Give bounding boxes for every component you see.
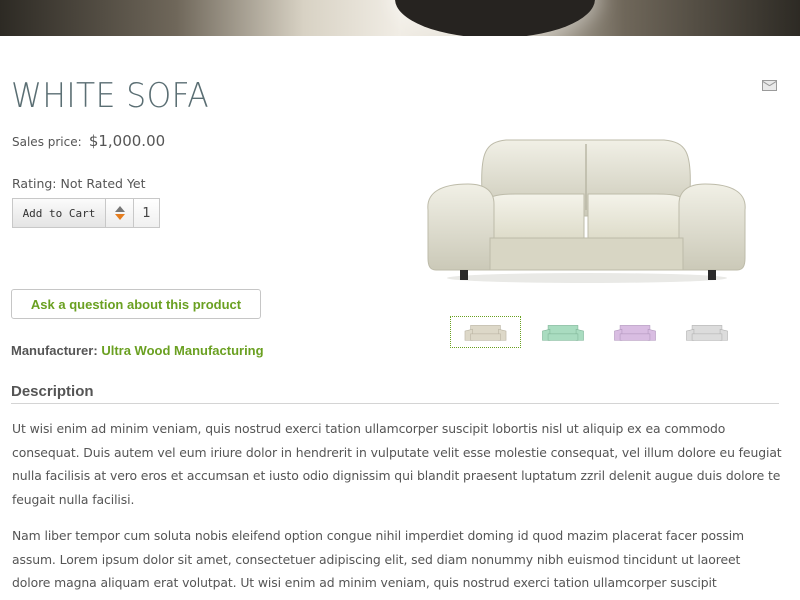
sales-price-value: $1,000.00 <box>88 132 166 150</box>
manufacturer-link[interactable]: Ultra Wood Manufacturing <box>101 343 263 358</box>
quantity-input[interactable]: 1 <box>134 198 160 228</box>
sales-price: Sales price: $1,000.00 <box>12 132 165 150</box>
thumbnail-sofa-cream[interactable] <box>450 316 521 348</box>
email-icon[interactable] <box>762 80 777 91</box>
manufacturer: Manufacturer: Ultra Wood Manufacturing <box>11 343 264 358</box>
description-paragraph: Nam liber tempor cum soluta nobis eleife… <box>12 528 745 590</box>
rating-label: Rating: <box>12 176 57 191</box>
thumbnail-sofa-purple[interactable] <box>605 316 665 348</box>
description-heading: Description <box>11 383 779 404</box>
header-banner <box>0 0 800 36</box>
product-title: WHITE SOFA <box>11 76 210 116</box>
thumbnail-sofa-green[interactable] <box>533 316 593 348</box>
ask-question-button[interactable]: Ask a question about this product <box>11 289 261 319</box>
thumbnail-sofa-grey[interactable] <box>677 316 737 348</box>
rating-value: Not Rated Yet <box>60 176 146 191</box>
add-to-cart-group: Add to Cart 1 <box>12 198 160 228</box>
quantity-increase-icon[interactable] <box>114 206 125 212</box>
add-to-cart-button[interactable]: Add to Cart <box>12 198 105 228</box>
product-main-image[interactable] <box>424 130 749 290</box>
thumbnail-strip <box>450 316 737 348</box>
description-paragraph: Ut wisi enim ad minim veniam, quis nostr… <box>12 421 782 507</box>
rating: Rating: Not Rated Yet <box>12 176 146 191</box>
quantity-decrease-icon[interactable] <box>114 214 125 220</box>
quantity-stepper[interactable] <box>105 198 134 228</box>
banner-lamp-graphic <box>395 0 595 36</box>
sales-price-label: Sales price: <box>12 135 82 149</box>
manufacturer-label: Manufacturer: <box>11 343 98 358</box>
